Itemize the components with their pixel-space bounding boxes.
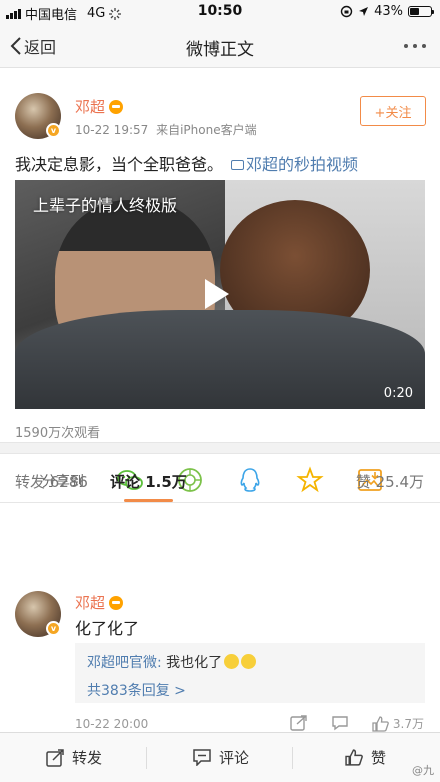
reply-box[interactable]: 邓超吧官微: 我也化了 共383条回复 > [75, 643, 425, 703]
verified-badge-icon: v [46, 123, 61, 138]
video-player[interactable]: 上辈子的情人终极版 0:20 [15, 180, 425, 409]
post-meta: 10-22 19:57 来自iPhone客户端 [75, 121, 257, 138]
post-text-body: 我决定息影，当个全职爸爸。 [15, 155, 224, 174]
emoji-icon [241, 654, 257, 669]
author-name-text: 邓超 [75, 98, 106, 116]
repost-label: 转发 [72, 749, 103, 767]
tab-comment[interactable]: 评论 1.5万 [110, 471, 187, 502]
reply-author[interactable]: 邓超吧官微: [87, 655, 162, 671]
post-source: 来自iPhone客户端 [156, 123, 257, 137]
comment-icon [193, 749, 211, 766]
reply-more-link[interactable]: 共383条回复 > [87, 680, 413, 700]
comment-like-button[interactable]: 3.7万 [372, 715, 424, 732]
more-button[interactable] [404, 44, 426, 48]
share-comment-icon[interactable] [290, 715, 308, 731]
reply-line: 邓超吧官微: 我也化了 [87, 652, 413, 672]
emoji-icon [224, 654, 240, 669]
thumbs-up-icon [372, 715, 389, 732]
like-label: 赞 [371, 749, 387, 767]
battery-fill [410, 8, 419, 15]
rotation-lock-icon [340, 5, 353, 18]
tab-repost[interactable]: 转发 6286 [15, 471, 88, 492]
video-figure-coat [15, 310, 425, 409]
author-name[interactable]: 邓超 [75, 96, 124, 117]
video-link[interactable]: 邓超的秒拍视频 [246, 155, 358, 174]
comment-like-count: 3.7万 [392, 717, 424, 731]
page-title: 微博正文 [186, 40, 254, 60]
post-time: 10-22 19:57 [75, 123, 149, 137]
comment-button[interactable]: 评论 [193, 747, 249, 768]
follow-button[interactable]: +关注 [360, 96, 426, 126]
comment-text: 化了化了 [75, 619, 140, 638]
comment-author[interactable]: 邓超 [75, 592, 124, 613]
repost-button[interactable]: 转发 [46, 747, 102, 768]
reply-comment-icon[interactable] [331, 715, 349, 731]
repost-icon [46, 748, 64, 767]
verified-badge-icon: v [46, 621, 61, 636]
interaction-tabs: 转发 6286 评论 1.5万 赞 25.4万 [0, 467, 440, 503]
more-dot [413, 44, 417, 48]
post-text: 我决定息影，当个全职爸爸。 邓超的秒拍视频 [15, 151, 358, 175]
like-button[interactable]: 赞 [345, 747, 386, 768]
more-dot [404, 44, 408, 48]
watermark: @九 [412, 764, 434, 777]
video-title: 上辈子的情人终极版 [33, 196, 178, 215]
comment-time: 10-22 20:00 [75, 717, 149, 731]
bottom-divider [146, 747, 147, 769]
bottom-divider [292, 747, 293, 769]
more-dot [422, 44, 426, 48]
status-bar: 中国电信 4G 10:50 43% [0, 0, 440, 24]
vip-crown-icon [109, 596, 124, 610]
bottom-action-bar: 转发 评论 赞 @九 [0, 732, 440, 782]
play-icon[interactable] [205, 279, 229, 309]
view-count: 1590万次观看 [15, 426, 101, 441]
tab-like[interactable]: 赞 25.4万 [356, 471, 424, 492]
video-link-icon [231, 160, 245, 170]
section-divider [0, 442, 440, 454]
nav-bar: 返回 微博正文 [0, 24, 440, 68]
vip-crown-icon [109, 100, 124, 114]
battery-percent: 43% [374, 4, 403, 19]
video-duration: 0:20 [383, 386, 413, 401]
reply-text: 我也化了 [161, 655, 223, 671]
thumbs-up-icon [345, 749, 363, 766]
comment-author-text: 邓超 [75, 594, 106, 612]
comment-label: 评论 [219, 749, 250, 767]
battery-icon [408, 6, 434, 17]
status-right: 43% [340, 4, 434, 19]
location-icon [359, 7, 369, 16]
